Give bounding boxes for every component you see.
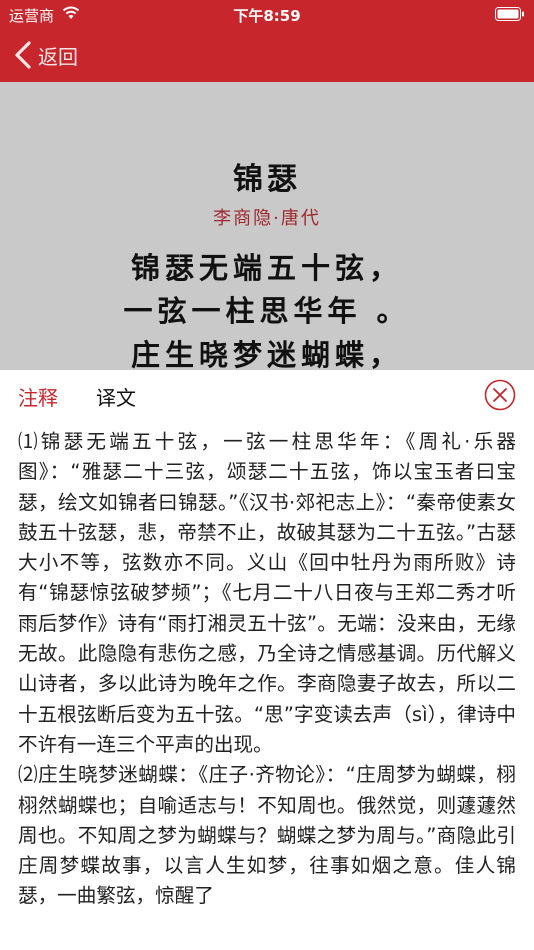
poem-author: 李商隐·唐代	[213, 208, 321, 229]
tab-notes[interactable]: 注释	[18, 382, 58, 411]
note-text: ⑴锦瑟无端五十弦，一弦一柱思华年：《周礼·乐器图》：“雅瑟二十三弦，颂瑟二十五弦…	[18, 427, 516, 912]
tab-translation[interactable]: 译文	[96, 382, 136, 411]
status-bar: 运营商 下午8:59	[0, 0, 534, 28]
clock: 下午8:59	[233, 7, 301, 25]
note-paragraph: ⑴锦瑟无端五十弦，一弦一柱思华年：《周礼·乐器图》：“雅瑟二十三弦，颂瑟二十五弦…	[18, 430, 516, 756]
poem-line: 锦瑟无端五十弦，	[130, 251, 403, 285]
tab-bar: 注释 译文	[0, 370, 534, 422]
poem-title: 锦瑟	[233, 162, 301, 197]
note-paragraph: ⑵庄生晓梦迷蝴蝶：《庄子·齐物论》：“庄周梦为蝴蝶，栩栩然蝴蝶也；自喻适志与！不…	[18, 763, 516, 908]
poem-line: 一弦一柱思华年 。	[123, 294, 411, 328]
poem-area: 锦瑟 李商隐·唐代 锦瑟无端五十弦， 一弦一柱思华年 。 庄生晓梦迷蝴蝶，	[0, 82, 534, 370]
back-label: 返回	[38, 44, 78, 69]
chevron-left-icon	[15, 41, 31, 69]
back-button[interactable]: 返回	[14, 40, 78, 70]
poem-line: 庄生晓梦迷蝴蝶，	[130, 338, 403, 370]
battery-icon	[495, 7, 524, 21]
close-circle-icon[interactable]	[484, 379, 516, 411]
nav-bar: 返回	[0, 28, 534, 82]
notes-sheet: 注释 译文 ⑴锦瑟无端五十弦，一弦一柱思华年：《周礼·乐器图》：“雅瑟二十三弦，…	[0, 370, 534, 950]
